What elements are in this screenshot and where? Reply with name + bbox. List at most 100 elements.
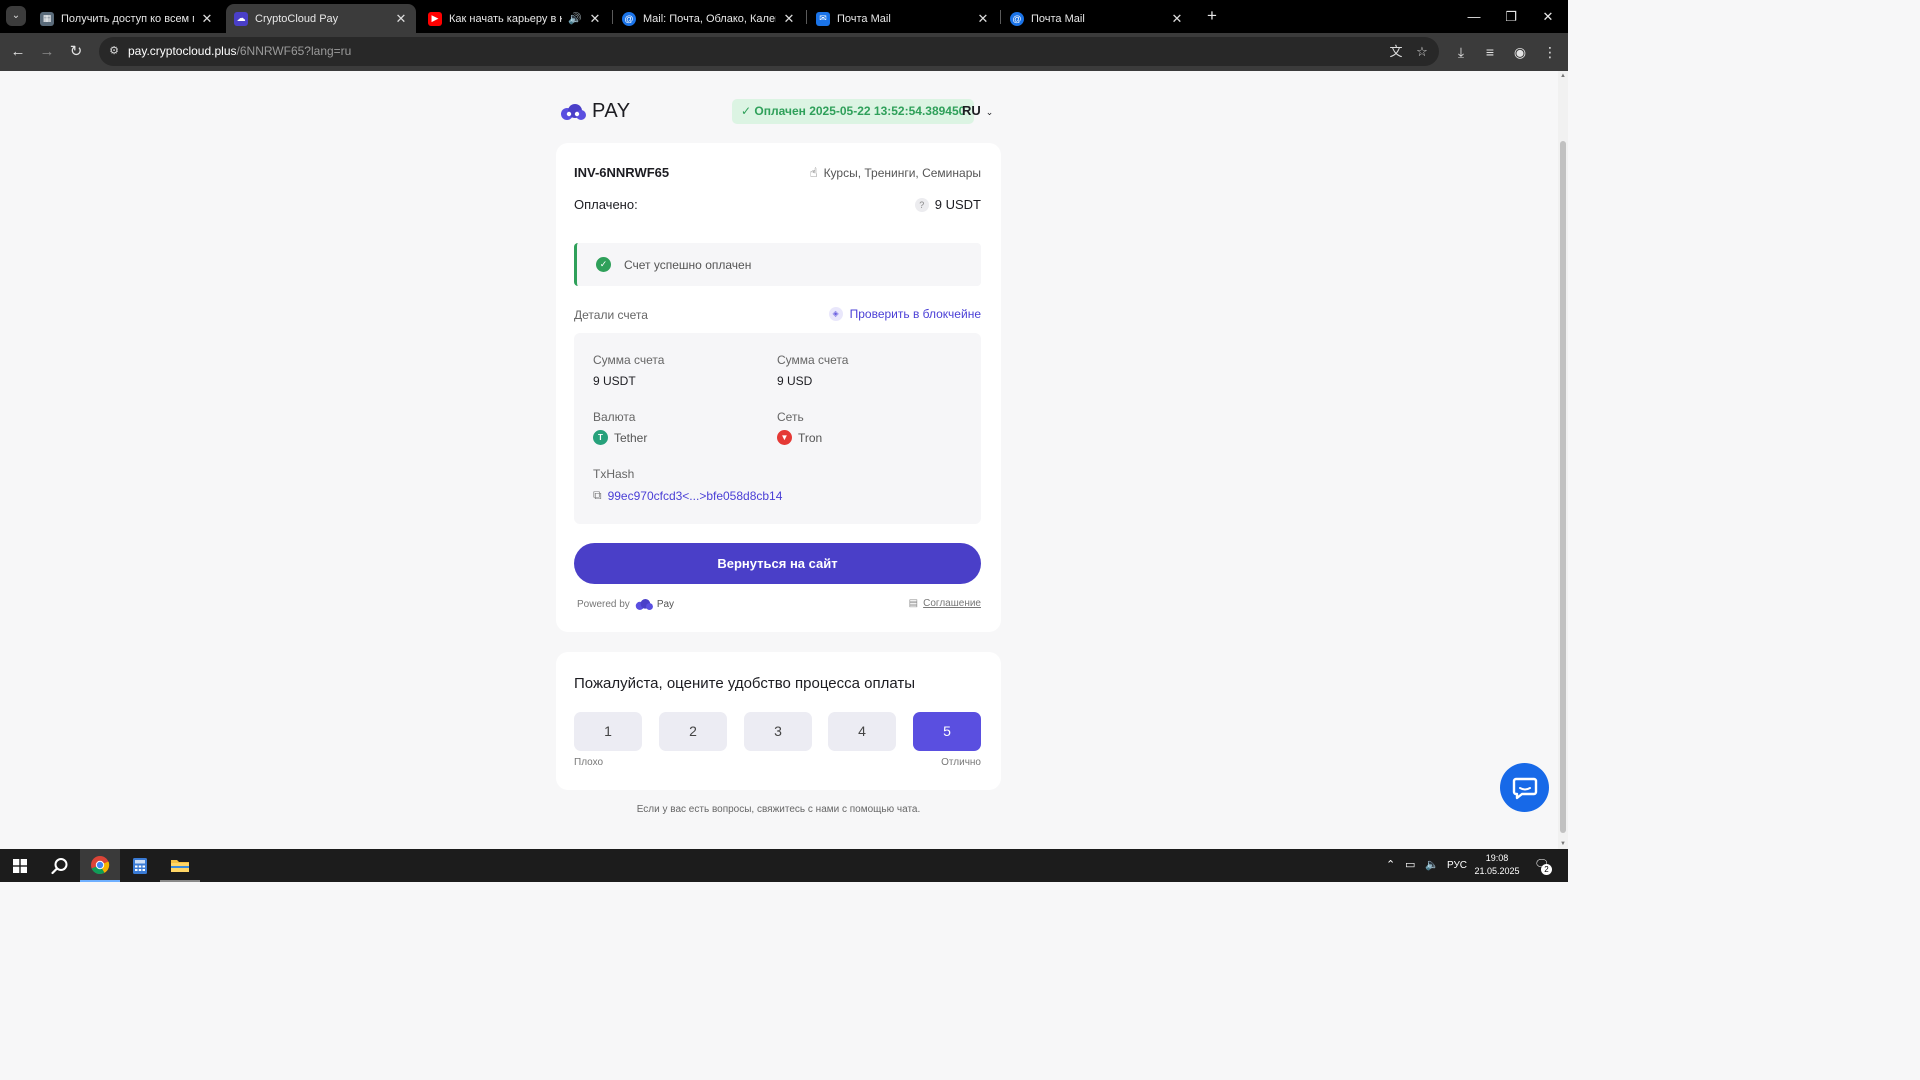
close-icon[interactable]: ✕ (1170, 11, 1184, 27)
cryptocloud-logo[interactable]: PAY (560, 100, 631, 123)
page-icon: ▦ (40, 11, 54, 26)
browser-toolbar: ← → ↻ ⚙ pay.cryptocloud.plus/6NNRWF65?la… (0, 33, 1568, 71)
input-language[interactable]: РУС (1447, 860, 1467, 871)
verify-link-text: Проверить в блокчейне (849, 307, 981, 321)
rating-button-4[interactable]: 4 (828, 712, 896, 751)
question-icon[interactable]: ? (914, 197, 929, 212)
tab-2[interactable]: ☁ CryptoCloud Pay ✕ (226, 4, 416, 33)
currency-value: T Tether (593, 430, 647, 445)
volume-icon[interactable]: 🔈 (1425, 858, 1439, 871)
network-icon[interactable]: ▭ (1405, 858, 1415, 871)
rating-button-3[interactable]: 3 (744, 712, 812, 751)
site-info-icon[interactable]: ⚙ (107, 44, 121, 58)
translate-icon[interactable]: 文 (1387, 43, 1405, 61)
scroll-up-icon[interactable]: ▲ (1558, 73, 1568, 79)
rating-button-2[interactable]: 2 (659, 712, 727, 751)
mail-at-icon: @ (622, 11, 636, 26)
tab-separator (1000, 10, 1001, 24)
taskbar-file-explorer[interactable] (160, 849, 200, 882)
agreement-link[interactable]: ▤ Соглашение (909, 598, 981, 609)
taskbar-clock[interactable]: 19:08 21.05.2025 (1472, 852, 1522, 878)
tab-4[interactable]: @ Mail: Почта, Облако, Календар ✕ (614, 4, 804, 33)
status-badge-text: Оплачен 2025-05-22 13:52:54.389450 (754, 104, 966, 118)
notification-center[interactable]: 🗨 2 (1534, 857, 1552, 875)
tray-overflow-icon[interactable]: ⌃ (1386, 858, 1395, 871)
rating-low-label: Плохо (574, 757, 604, 768)
blockchain-icon: ◈ (828, 307, 843, 321)
close-icon[interactable]: ✕ (394, 11, 408, 27)
forward-button[interactable]: → (36, 41, 58, 63)
reload-button[interactable]: ↻ (65, 41, 87, 63)
close-icon[interactable]: ✕ (976, 11, 990, 27)
network-name: Tron (798, 430, 823, 445)
close-icon[interactable]: ✕ (588, 11, 602, 27)
scroll-down-icon[interactable]: ▼ (1558, 841, 1568, 847)
clock-time: 19:08 (1485, 853, 1509, 863)
verify-blockchain-link[interactable]: ◈ Проверить в блокчейне (828, 307, 981, 321)
sum-crypto-value: 9 USDT (593, 374, 636, 388)
taskbar-chrome[interactable] (80, 849, 120, 882)
back-button[interactable]: ← (7, 41, 29, 63)
speaker-icon[interactable]: 🔊 (568, 12, 582, 25)
tether-icon: T (593, 430, 608, 445)
sum-label: Сумма счета (593, 353, 665, 367)
url-text[interactable]: pay.cryptocloud.plus/6NNRWF65?lang=ru (128, 44, 351, 58)
taskbar-calculator[interactable] (120, 849, 160, 882)
new-tab-button[interactable]: + (1202, 6, 1222, 26)
scrollbar-thumb[interactable] (1560, 141, 1566, 833)
hand-icon: ☝ (809, 165, 818, 180)
tab-3[interactable]: ▶ Как начать карьеру в кибе 🔊 ✕ (420, 4, 610, 33)
invoice-card: INV-6NNRWF65 ☝ Курсы, Тренинги, Семинары… (556, 143, 1001, 632)
rating-button-5[interactable]: 5 (913, 712, 981, 751)
tab-title: Почта Mail (837, 12, 891, 25)
close-window-button[interactable]: ✕ (1528, 0, 1568, 33)
page-viewport: PAY ✓ Оплачен 2025-05-22 13:52:54.389450… (0, 71, 1568, 849)
address-bar[interactable]: ⚙ pay.cryptocloud.plus/6NNRWF65?lang=ru … (99, 37, 1439, 66)
more-menu-icon[interactable]: ⋮ (1540, 42, 1560, 62)
sum-fiat-value: 9 USD (777, 374, 813, 388)
minimize-button[interactable]: — (1454, 0, 1494, 33)
tab-1[interactable]: ▦ Получить доступ ко всем мате ✕ (32, 4, 222, 33)
search-button[interactable] (40, 849, 80, 882)
tab-6[interactable]: @ Почта Mail ✕ (1002, 4, 1192, 33)
txhash-value: 99ec970cfcd3<...>bfe058d8cb14 (607, 488, 783, 503)
external-link-icon: ⧉ (593, 488, 602, 502)
category-text: Курсы, Тренинги, Семинары (823, 166, 981, 180)
success-alert: ✓ Счет успешно оплачен (574, 243, 981, 286)
tab-title: Mail: Почта, Облако, Календар (643, 12, 776, 25)
cloud-logo-icon (635, 599, 653, 610)
language-selector[interactable]: RU ⌄ (962, 103, 993, 118)
close-icon[interactable]: ✕ (782, 11, 796, 27)
download-icon[interactable]: ⤓ (1451, 42, 1471, 62)
tab-separator (612, 10, 613, 24)
paid-amount-value: 9 USDT (934, 197, 981, 212)
windows-start-button[interactable] (0, 849, 40, 882)
rating-button-1[interactable]: 1 (574, 712, 642, 751)
details-label: Детали счета (574, 308, 648, 322)
network-label: Сеть (777, 410, 804, 424)
profile-icon[interactable]: ◉ (1510, 42, 1530, 62)
powered-by[interactable]: Powered by Pay (577, 599, 674, 610)
tab-title: Как начать карьеру в кибе (449, 12, 563, 25)
bookmark-star-icon[interactable]: ☆ (1413, 43, 1431, 61)
footer-note: Если у вас есть вопросы, свяжитесь с нам… (636, 804, 921, 815)
rating-question: Пожалуйста, оцените удобство процесса оп… (574, 675, 915, 692)
powered-brand: Pay (656, 599, 675, 610)
clock-date: 21.05.2025 (1474, 866, 1520, 876)
tab-search-button[interactable]: ⌄ (6, 6, 26, 26)
txhash-label: TxHash (593, 467, 635, 481)
page-scrollbar[interactable]: ▲ ▼ (1558, 71, 1568, 849)
media-control-icon[interactable]: ≡ (1480, 42, 1500, 62)
tab-title: CryptoCloud Pay (255, 12, 339, 25)
tab-title: Получить доступ ко всем мате (61, 12, 194, 25)
close-icon[interactable]: ✕ (200, 11, 214, 27)
return-to-site-button[interactable]: Вернуться на сайт (574, 543, 981, 584)
chat-widget-button[interactable] (1500, 763, 1549, 812)
restore-button[interactable]: ❐ (1491, 0, 1531, 33)
check-circle-icon: ✓ (596, 257, 611, 272)
txhash-link[interactable]: ⧉ 99ec970cfcd3<...>bfe058d8cb14 (593, 488, 782, 503)
rating-high-label: Отлично (941, 757, 981, 768)
logo-text: PAY (592, 100, 631, 122)
mail-envelope-icon: ✉ (816, 11, 830, 26)
tab-5[interactable]: ✉ Почта Mail ✕ (808, 4, 998, 33)
